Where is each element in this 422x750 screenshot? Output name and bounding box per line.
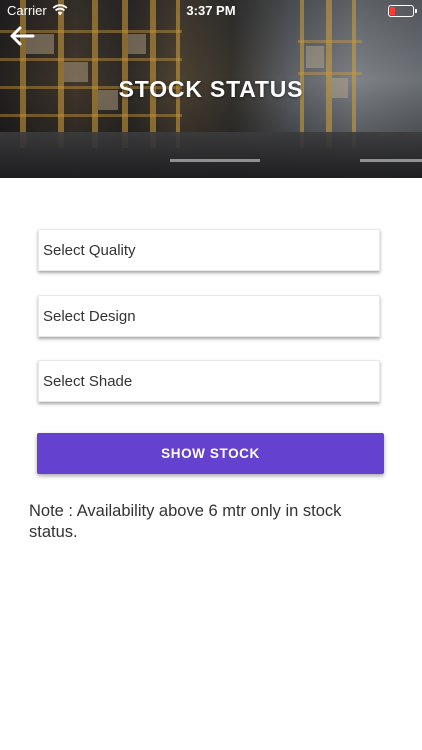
back-button[interactable] (8, 24, 36, 48)
select-shade-label: Select Shade (43, 372, 133, 390)
show-stock-button[interactable]: SHOW STOCK (37, 433, 384, 474)
arrow-left-icon (10, 26, 35, 46)
select-quality-dropdown[interactable]: Select Quality (38, 229, 380, 271)
select-shade-dropdown[interactable]: Select Shade (38, 360, 380, 402)
header-banner: Carrier 3:37 PM STOCK STATUS (0, 0, 422, 178)
battery-level (390, 7, 395, 15)
status-bar: Carrier 3:37 PM (0, 0, 422, 22)
stock-status-screen: Carrier 3:37 PM STOCK STATUS Select Qual… (0, 0, 422, 750)
availability-note: Note : Availability above 6 mtr only in … (29, 502, 342, 541)
select-quality-label: Select Quality (43, 241, 136, 259)
select-design-label: Select Design (43, 307, 136, 325)
status-time: 3:37 PM (186, 3, 236, 18)
page-title: STOCK STATUS (118, 76, 304, 102)
battery-icon (388, 5, 417, 17)
select-design-dropdown[interactable]: Select Design (38, 295, 380, 337)
